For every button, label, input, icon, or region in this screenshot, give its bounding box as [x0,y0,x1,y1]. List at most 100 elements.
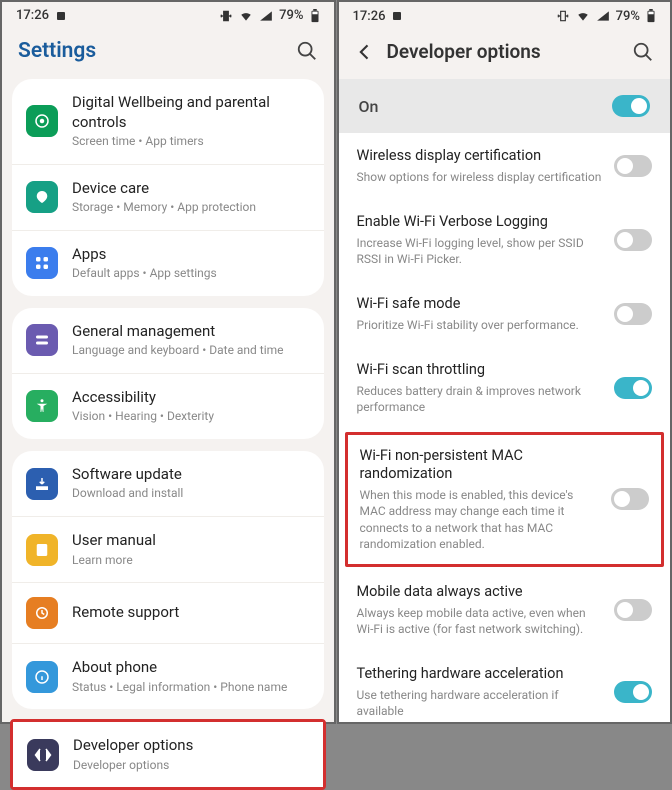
item-title: Remote support [72,603,310,623]
item-sub: Learn more [72,553,310,569]
battery-icon [646,9,656,23]
care-icon [26,181,58,213]
dev-sub: When this mode is enabled, this device's… [360,487,602,552]
status-time: 17:26 [16,8,49,23]
master-toggle-row[interactable]: On [339,79,671,133]
settings-item[interactable]: User manual Learn more [12,517,324,583]
manual-icon [26,534,58,566]
item-title: Accessibility [72,388,310,408]
dev-sub: Use tethering hardware acceleration if a… [357,687,605,719]
dev-sub: Prioritize Wi-Fi stability over performa… [357,317,605,333]
wifi-icon [576,9,590,23]
vibrate-icon [556,9,570,23]
item-sub: Storage • Memory • App protection [72,200,310,216]
battery-text: 79% [279,8,303,23]
toggle[interactable] [614,229,652,251]
settings-header: Settings [2,29,334,79]
back-icon[interactable] [355,42,375,62]
battery-text: 79% [616,9,640,24]
toggle[interactable] [614,599,652,621]
item-title: Developer options [73,736,309,756]
dev-title: Wi-Fi scan throttling [357,361,605,380]
mac-randomization-highlight: Wi-Fi non-persistent MAC randomizationWh… [345,432,665,567]
search-icon[interactable] [296,40,318,62]
remote-icon [26,597,58,629]
item-sub: Language and keyboard • Date and time [72,343,310,359]
toggle[interactable] [614,155,652,177]
battery-icon [310,9,320,23]
item-sub: Default apps • App settings [72,266,310,282]
dev-title: Mobile data always active [357,583,605,602]
dev-option[interactable]: Wi-Fi non-persistent MAC randomizationWh… [348,435,662,564]
item-sub: Vision • Hearing • Dexterity [72,409,310,425]
apps-icon [26,247,58,279]
settings-item-developer[interactable]: Developer options Developer options [13,722,323,787]
item-title: General management [72,322,310,342]
toggle[interactable] [614,377,652,399]
status-time: 17:26 [353,9,386,24]
dev-title: Wi-Fi safe mode [357,295,605,314]
signal-icon [596,9,610,23]
settings-group: Software updateDownload and install User… [12,451,324,709]
search-icon[interactable] [632,41,654,63]
about-icon [26,661,58,693]
developer-options-screen: 17:26 79% Developer options On Wireless … [337,0,672,724]
dev-sub: Increase Wi-Fi logging level, show per S… [357,235,605,267]
item-title: Apps [72,245,310,265]
dev-title: Wireless display certification [357,147,605,166]
vibrate-icon [219,9,233,23]
item-title: User manual [72,531,310,551]
item-title: Digital Wellbeing and parental controls [72,93,310,132]
dev-title: Wi-Fi non-persistent MAC randomization [360,447,602,485]
wifi-icon [239,9,253,23]
wellbeing-icon [26,105,58,137]
settings-item[interactable]: General managementLanguage and keyboard … [12,308,324,374]
item-sub: Developer options [73,758,309,774]
item-title: Software update [72,465,310,485]
page-title: Settings [18,39,296,63]
page-title: Developer options [387,40,633,63]
item-title: About phone [72,658,310,678]
signal-icon [259,9,273,23]
item-title: Device care [72,179,310,199]
settings-item[interactable]: AppsDefault apps • App settings [12,231,324,296]
dev-sub: Reduces battery drain & improves network… [357,383,605,415]
developer-icon [27,739,59,771]
statusbar: 17:26 79% [2,2,334,29]
dev-option[interactable]: Tethering hardware acceleration Use tethe… [339,651,671,722]
settings-item[interactable]: AccessibilityVision • Hearing • Dexterit… [12,374,324,439]
notification-icon [55,10,67,22]
settings-screen: 17:26 79% Settings Digital Wellbeing and… [0,0,336,724]
master-toggle[interactable] [612,95,650,117]
dev-sub: Show options for wireless display certif… [357,169,605,185]
dev-option[interactable]: Enable Wi-Fi Verbose Logging Increase Wi-… [339,199,671,281]
toggle[interactable] [614,681,652,703]
dev-option[interactable]: Wi-Fi scan throttling Reduces battery dra… [339,347,671,429]
item-sub: Download and install [72,486,310,502]
notification-icon [391,10,403,22]
item-sub: Status • Legal information • Phone name [72,680,310,696]
settings-item[interactable]: Software updateDownload and install [12,451,324,517]
general-icon [26,324,58,356]
settings-group: Digital Wellbeing and parental controls S… [12,79,324,296]
dev-sub: Always keep mobile data active, even whe… [357,605,605,637]
item-sub: Screen time • App timers [72,134,310,150]
dev-header: Developer options [339,30,671,79]
settings-item[interactable]: About phone Status • Legal information • … [12,644,324,709]
accessibility-icon [26,390,58,422]
statusbar: 17:26 79% [339,2,671,30]
dev-title: Tethering hardware acceleration [357,665,605,684]
settings-item[interactable]: Remote support [12,583,324,644]
developer-options-highlight: Developer options Developer options [10,719,326,790]
settings-item[interactable]: Device careStorage • Memory • App protec… [12,165,324,231]
on-label: On [359,97,379,116]
update-icon [26,468,58,500]
dev-option[interactable]: Wi-Fi safe mode Prioritize Wi-Fi stabilit… [339,281,671,347]
dev-option[interactable]: Wireless display certification Show optio… [339,133,671,199]
settings-group: General managementLanguage and keyboard … [12,308,324,439]
dev-title: Enable Wi-Fi Verbose Logging [357,213,605,232]
toggle[interactable] [611,488,649,510]
settings-item[interactable]: Digital Wellbeing and parental controls S… [12,79,324,165]
dev-option[interactable]: Mobile data always active Always keep mob… [339,569,671,651]
toggle[interactable] [614,303,652,325]
